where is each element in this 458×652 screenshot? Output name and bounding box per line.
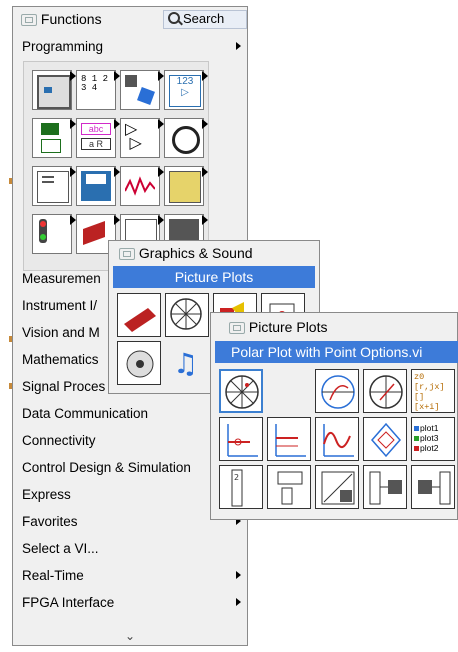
formula-line: [r,jx] []: [414, 382, 445, 402]
palette-header: Functions Search: [13, 7, 247, 31]
comparison-icon[interactable]: ▷ ▷: [120, 118, 164, 158]
expand-more-icon[interactable]: ⌄: [125, 629, 135, 643]
category-label: Programming: [22, 39, 104, 54]
smith-plot-icon[interactable]: [315, 369, 359, 413]
waveform-icon[interactable]: [120, 166, 164, 206]
chevron-right-icon: [236, 571, 241, 579]
string-icon[interactable]: abc a R: [76, 118, 120, 158]
category-label: Instrument I/: [22, 298, 98, 313]
svg-text:♫: ♫: [173, 347, 198, 380]
category-label: Signal Proces: [22, 379, 106, 394]
waveform-plot-icon[interactable]: [315, 417, 359, 461]
legend-swatch: [414, 426, 419, 431]
picture-plots-icon[interactable]: [165, 293, 209, 337]
legend-swatch: [414, 446, 419, 451]
scale-to-array-icon[interactable]: [363, 465, 407, 509]
file-io-icon[interactable]: [76, 166, 120, 206]
category-label: FPGA Interface: [22, 595, 115, 610]
formula-line: z0: [414, 372, 425, 382]
pin-icon[interactable]: [229, 322, 245, 335]
rescale-icon[interactable]: [315, 465, 359, 509]
category-label: Connectivity: [22, 433, 96, 448]
plot-scale-icon[interactable]: [267, 465, 311, 509]
legend-entry: plot3: [414, 433, 452, 443]
dialog-icon[interactable]: [32, 166, 76, 206]
plot-legend-icon[interactable]: plot1 plot3 plot2: [411, 417, 455, 461]
chevron-right-icon: [236, 42, 241, 50]
picture-plots-header: Picture Plots: [229, 319, 327, 335]
legend-label: plot2: [420, 443, 439, 453]
wire-stub: [9, 178, 12, 184]
legend-swatch: [414, 436, 419, 441]
legend-entry: plot1: [414, 423, 452, 433]
array-to-scale-icon[interactable]: [411, 465, 455, 509]
timing-icon[interactable]: [164, 118, 208, 158]
wire-stub: [9, 383, 12, 389]
xy-plot-icon[interactable]: [219, 417, 263, 461]
wire-stub: [9, 336, 12, 342]
category-label: Measuremen: [22, 271, 101, 286]
polar-plot-point-options-icon[interactable]: [219, 369, 263, 413]
category-label: Mathematics: [22, 352, 99, 367]
category-label: Express: [22, 487, 71, 502]
numeric-icon[interactable]: 123 ▷: [164, 70, 208, 110]
graphics-sound-title: Graphics & Sound: [138, 245, 253, 261]
application-control-icon[interactable]: [164, 166, 208, 206]
array-icon[interactable]: 8 1 23 4: [76, 70, 120, 110]
category-label: Real-Time: [22, 568, 84, 583]
picture-plots-palette: Picture Plots Polar Plot with Point Opti…: [210, 312, 458, 520]
category-programming[interactable]: Programming: [13, 33, 247, 60]
graphics-sound-highlight: Picture Plots: [113, 266, 315, 288]
3d-graph-properties-icon[interactable]: [117, 293, 161, 337]
category-item[interactable]: Select a VI...: [13, 535, 247, 562]
pin-icon[interactable]: [21, 14, 37, 27]
search-button[interactable]: Search: [163, 10, 247, 29]
category-label: Favorites: [22, 514, 78, 529]
category-label: Select a VI...: [22, 541, 99, 556]
picture-plots-title: Picture Plots: [248, 319, 328, 335]
category-label: Vision and M: [22, 325, 100, 340]
search-icon: [168, 12, 180, 24]
sound-icon[interactable]: [117, 341, 161, 385]
cluster-icon[interactable]: [120, 70, 164, 110]
legend-label: plot3: [420, 433, 439, 443]
selected-vi-label: Polar Plot with Point Options.vi: [215, 341, 458, 363]
synchronization-icon[interactable]: [32, 214, 76, 254]
palette-title: Functions: [21, 11, 102, 27]
pin-icon[interactable]: [119, 248, 135, 261]
boolean-icon[interactable]: [32, 118, 76, 158]
svg-text:2: 2: [234, 473, 239, 482]
scale-vertical-icon[interactable]: 2: [219, 465, 263, 509]
legend-label: plot1: [420, 423, 439, 433]
category-label: Data Communication: [22, 406, 149, 421]
category-label: Control Design & Simulation: [22, 460, 191, 475]
xy-plot-options-icon[interactable]: [267, 417, 311, 461]
category-item[interactable]: Real-Time: [13, 562, 247, 589]
search-label: Search: [183, 11, 225, 26]
category-item[interactable]: FPGA Interface: [13, 589, 247, 616]
music-note-icon[interactable]: ♫: [165, 341, 209, 385]
legend-entry: plot2: [414, 443, 452, 453]
formula-line: [x+i]: [414, 402, 440, 412]
structures-icon[interactable]: [32, 70, 76, 110]
palette-title-label: Functions: [40, 11, 102, 27]
graphics-sound-header: Graphics & Sound: [119, 245, 253, 261]
polar-plot-icon[interactable]: [363, 369, 407, 413]
chevron-right-icon: [236, 598, 241, 606]
radar-plot-icon[interactable]: [363, 417, 407, 461]
formula-icon[interactable]: z0 [r,jx] [] [x+i]: [411, 369, 455, 413]
